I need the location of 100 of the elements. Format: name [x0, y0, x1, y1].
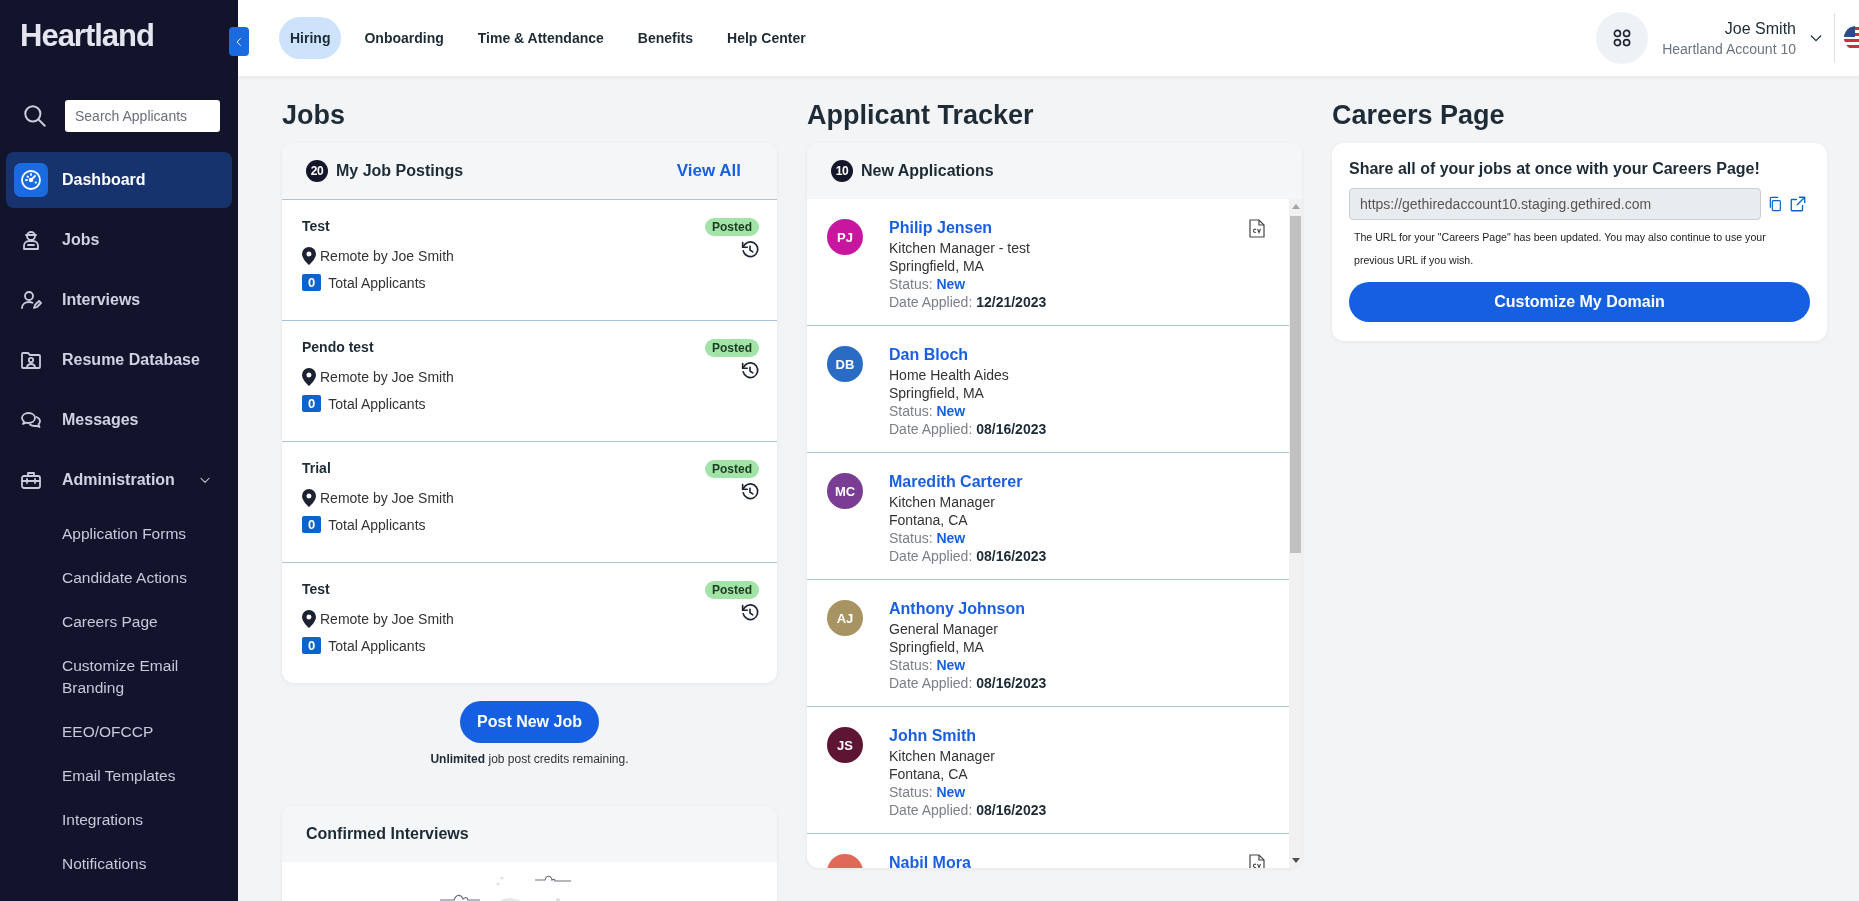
nav-tab[interactable]: Help Center	[716, 17, 817, 59]
nav-subitem[interactable]: Customize Email Branding	[6, 644, 202, 710]
section-title: Careers Page	[1332, 100, 1506, 132]
nav-tab[interactable]: Onboarding	[353, 17, 455, 59]
customize-domain-button[interactable]: Customize My Domain	[1349, 282, 1810, 322]
date-applied: Date Applied: 08/16/2023	[889, 801, 1048, 819]
nav-subitem[interactable]: Email Templates	[6, 754, 202, 798]
job-position: Home Health Aides	[889, 366, 1010, 384]
applicant-count: 0	[302, 637, 322, 654]
scrollbar[interactable]	[1289, 199, 1302, 868]
nav-item[interactable]: Resume Database	[6, 332, 232, 388]
count-badge: 10	[831, 160, 853, 182]
nav-subitem[interactable]: Application Forms	[6, 512, 202, 556]
status-badge: Posted	[705, 460, 759, 478]
credits-note: Unlimited job post credits remaining.	[430, 752, 629, 766]
date-applied: Date Applied: 12/21/2023	[889, 293, 1048, 311]
applicant-location: Springfield, MA	[889, 384, 985, 402]
user-name: Joe Smith	[1724, 19, 1796, 38]
count-badge: 20	[306, 160, 328, 182]
job-title[interactable]: Test	[302, 218, 454, 238]
nav-tab[interactable]: Benefits	[626, 17, 705, 59]
map-pin-icon	[302, 489, 316, 507]
applicants-label: Total Applicants	[328, 395, 426, 412]
nav-tab[interactable]: Time & Attendance	[466, 17, 615, 59]
application-status: Status: New	[889, 529, 967, 547]
logo: Heartland	[20, 18, 154, 54]
applicant-name[interactable]: Maredith Carterer	[889, 473, 1023, 491]
application-status: Status: New	[889, 275, 967, 293]
nav-item[interactable]: Jobs	[6, 212, 232, 268]
nav-subitem[interactable]: Notifications	[6, 842, 202, 886]
application-status: Status: New	[889, 402, 967, 420]
applicant-name[interactable]: John Smith	[889, 727, 977, 745]
search-field[interactable]: Search Applicants	[65, 100, 220, 132]
section-title: Applicant Tracker	[807, 100, 1035, 132]
url-note: The URL for your "Careers Page" has been updated. You may also continue to use your previous URL if you wish.	[1354, 230, 1767, 268]
applicants-label: Total Applicants	[328, 274, 426, 291]
nav-item[interactable]: Administration	[6, 452, 232, 508]
job-position: General Manager	[889, 620, 999, 638]
job-position: Kitchen Manager	[889, 493, 996, 511]
avatar: MC	[827, 473, 863, 509]
map-pin-icon	[302, 368, 316, 386]
nav-subitem[interactable]: Candidate Actions	[6, 556, 202, 600]
nav-subitem[interactable]: Integrations	[6, 798, 202, 842]
applicant-name[interactable]: Nabil Mora	[889, 854, 971, 868]
applicant-name[interactable]: Philip Jensen	[889, 219, 993, 237]
search-icon	[22, 103, 48, 129]
applicants-label: Total Applicants	[328, 516, 426, 533]
job-title[interactable]: Test	[302, 581, 454, 601]
job-title[interactable]: Pendo test	[302, 339, 454, 359]
nav-subitem[interactable]: Careers Page	[6, 600, 202, 644]
collapse-button[interactable]	[229, 27, 249, 56]
map-pin-icon	[302, 610, 316, 628]
applicants-label: Total Applicants	[328, 637, 426, 654]
url-field[interactable]: https://gethiredaccount10.staging.gethired.com	[1349, 188, 1761, 220]
job-position: Kitchen Manager - test	[889, 239, 1031, 257]
applicant-count: 0	[302, 516, 322, 533]
application-status: Status: New	[889, 656, 967, 674]
card-heading: Share all of your jobs at once with your Careers Page!	[1349, 160, 1761, 178]
card-title: My Job Postings	[336, 162, 465, 180]
job-location: Remote by Joe Smith	[320, 248, 454, 264]
nav-item[interactable]: Interviews	[6, 272, 232, 328]
application-status: Status: New	[889, 783, 967, 801]
status-badge: Posted	[705, 339, 759, 357]
nav-item[interactable]: Messages	[6, 392, 232, 448]
avatar: DB	[827, 346, 863, 382]
card-title: New Applications	[861, 162, 995, 180]
copy-icon[interactable]	[1767, 195, 1783, 213]
status-badge: Posted	[705, 218, 759, 236]
map-pin-icon	[302, 247, 316, 265]
applicant-location: Springfield, MA	[889, 638, 985, 656]
applicant-name[interactable]: Anthony Johnson	[889, 600, 1025, 618]
user-edit-icon	[19, 288, 43, 312]
date-applied: Date Applied: 08/16/2023	[889, 674, 1048, 692]
job-title[interactable]: Trial	[302, 460, 454, 480]
nav-tab[interactable]: Hiring	[279, 17, 342, 59]
view-all-link[interactable]: View All	[676, 161, 741, 181]
account-name: Heartland Account 10	[1662, 40, 1796, 57]
job-location: Remote by Joe Smith	[320, 369, 454, 385]
avatar: JS	[827, 727, 863, 763]
nav-subitem[interactable]: EEO/OFCCP	[6, 710, 202, 754]
avatar: PJ	[827, 219, 863, 255]
applicant-count: 0	[302, 395, 322, 412]
nav-item[interactable]: Dashboard	[6, 152, 232, 208]
applicant-location: Springfield, MA	[889, 257, 985, 275]
date-applied: Date Applied: 08/16/2023	[889, 547, 1048, 565]
job-location: Remote by Joe Smith	[320, 490, 454, 506]
job-location: Remote by Joe Smith	[320, 611, 454, 627]
applicant-location: Fontana, CA	[889, 765, 969, 783]
job-position: Kitchen Manager	[889, 747, 996, 765]
gauge-icon	[19, 168, 43, 192]
post-new-job-button[interactable]: Post New Job	[460, 701, 599, 743]
avatar: AJ	[827, 600, 863, 636]
date-applied: Date Applied: 08/16/2023	[889, 420, 1048, 438]
status-badge: Posted	[705, 581, 759, 599]
applicant-count: 0	[302, 274, 322, 291]
section-title: Jobs	[282, 100, 347, 132]
applicant-location: Fontana, CA	[889, 511, 969, 529]
external-link-icon[interactable]	[1789, 195, 1807, 213]
card-title: Confirmed Interviews	[306, 825, 470, 843]
applicant-name[interactable]: Dan Bloch	[889, 346, 969, 364]
